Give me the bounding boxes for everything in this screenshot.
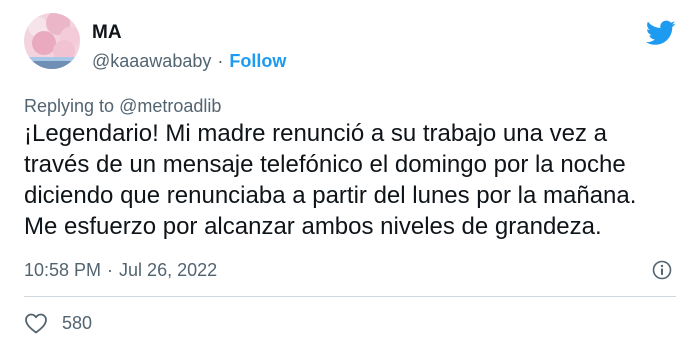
avatar-image: [24, 13, 80, 69]
replying-prefix: Replying to: [24, 96, 115, 116]
avatar[interactable]: [24, 13, 80, 69]
info-icon[interactable]: [652, 260, 672, 280]
tweet-text: ¡Legendario! Mi madre renunció a su trab…: [24, 118, 684, 242]
heart-icon[interactable]: [24, 312, 48, 334]
tweet-timestamp[interactable]: 10:58 PM · Jul 26, 2022: [24, 260, 217, 281]
tweet-text-line: ¡Legendario! Mi madre renunció a su trab…: [24, 120, 608, 147]
author-handle[interactable]: @kaaawababy: [92, 51, 211, 71]
separator-dot: ·: [107, 260, 114, 280]
tweet-time[interactable]: 10:58 PM: [24, 260, 101, 280]
tweet-text-line: Me esfuerzo por alcanzar ambos niveles d…: [24, 213, 602, 240]
like-count: 580: [62, 312, 93, 333]
reply-mention-link[interactable]: @metroadlib: [119, 96, 221, 116]
like-action[interactable]: 580: [24, 312, 92, 334]
author-name[interactable]: MA: [92, 22, 122, 44]
replying-to: Replying to @metroadlib: [24, 96, 221, 117]
tweet-text-line: diciendo que renunciaba a partir del lun…: [24, 182, 637, 209]
tweet-date[interactable]: Jul 26, 2022: [119, 260, 217, 280]
author-handle-row: @kaaawababy · Follow: [92, 51, 286, 72]
separator-dot: ·: [217, 51, 224, 71]
follow-button[interactable]: Follow: [229, 51, 286, 71]
twitter-bird-icon[interactable]: [646, 20, 676, 46]
divider: [24, 296, 676, 297]
tweet-text-line: través de un mensaje telefónico el domin…: [24, 151, 626, 178]
